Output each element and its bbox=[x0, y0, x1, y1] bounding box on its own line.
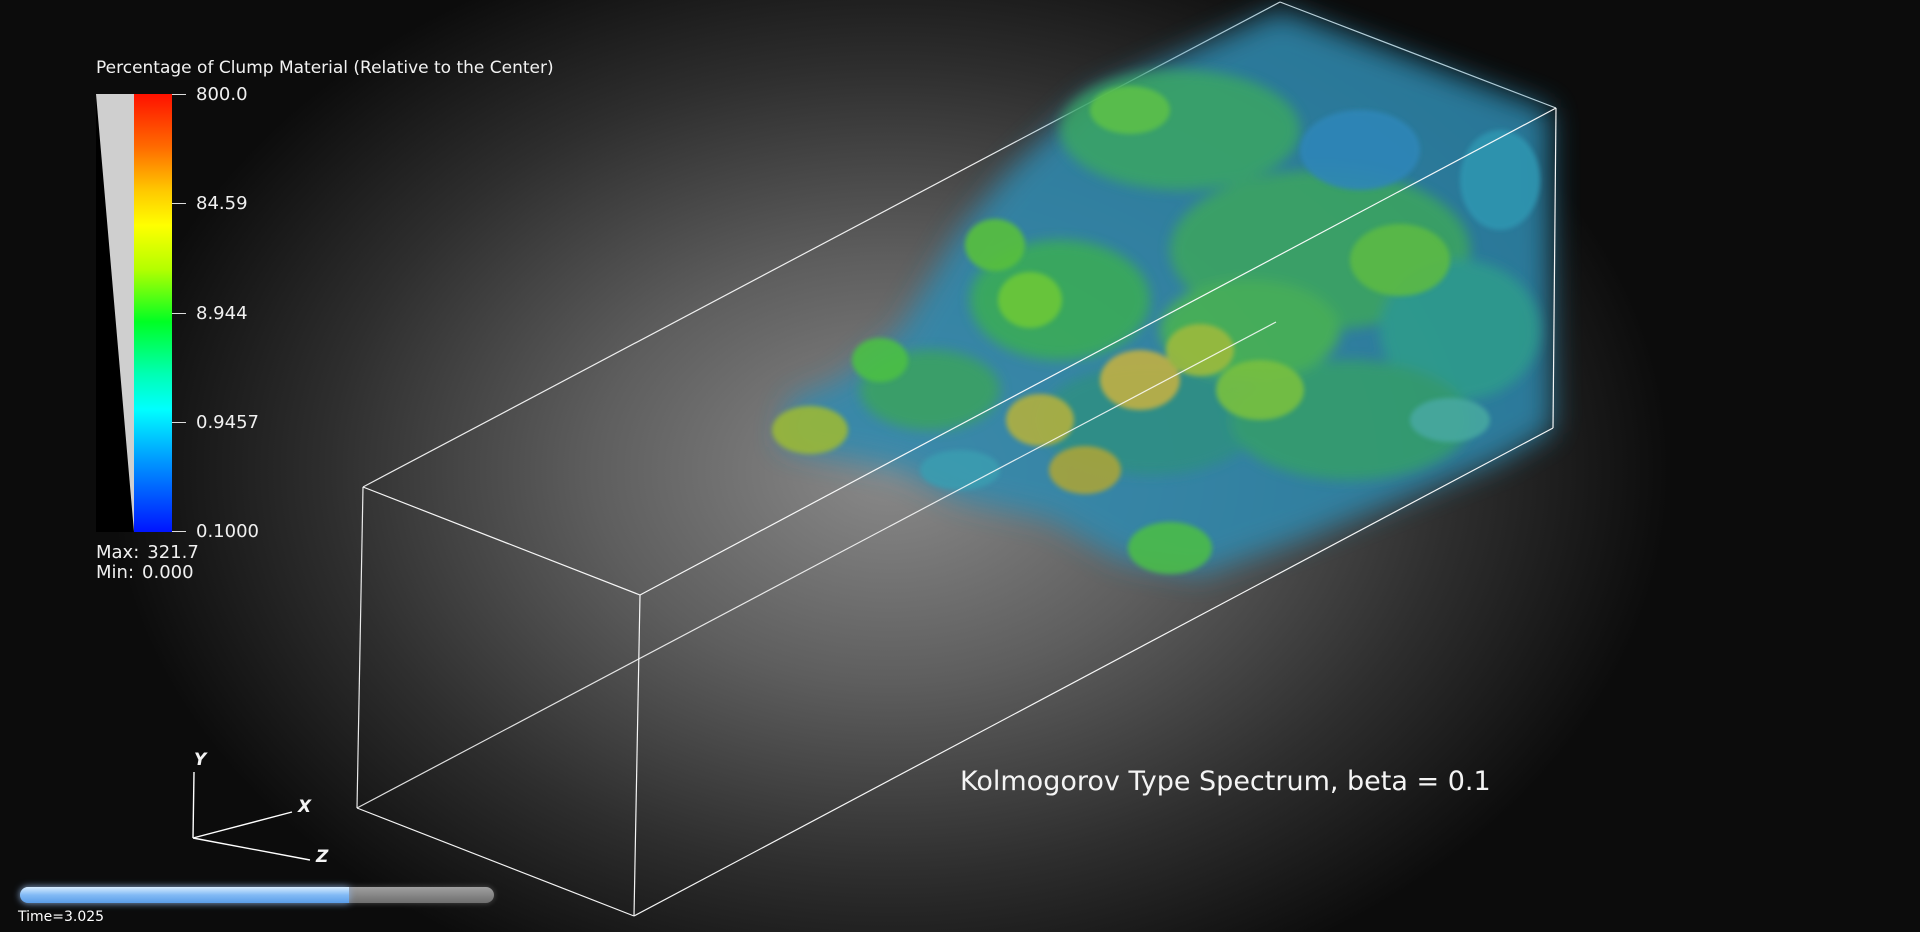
time-progress-bar[interactable] bbox=[20, 887, 494, 903]
axis-label-z: Z bbox=[315, 847, 329, 867]
legend-title: Percentage of Clump Material (Relative t… bbox=[96, 58, 554, 78]
time-label: Time=3.025 bbox=[18, 909, 105, 925]
legend-tick-label: 84.59 bbox=[196, 193, 248, 214]
legend-tick-label: 8.944 bbox=[196, 303, 248, 324]
legend-max: Max: 321.7 bbox=[96, 542, 199, 563]
legend-tick-label: 0.1000 bbox=[196, 521, 259, 542]
legend-min-label: Min: bbox=[96, 562, 135, 583]
color-ramp bbox=[134, 94, 172, 532]
legend-tick bbox=[172, 203, 186, 204]
legend-tick-label: 0.9457 bbox=[196, 412, 259, 433]
opacity-wedge bbox=[96, 94, 134, 532]
axis-label-x: X bbox=[297, 797, 312, 817]
legend-tick bbox=[172, 531, 186, 532]
opacity-ramp bbox=[96, 94, 134, 532]
legend-max-value: 321.7 bbox=[147, 542, 199, 563]
axis-label-y: Y bbox=[194, 750, 208, 770]
legend-max-label: Max: bbox=[96, 542, 140, 563]
legend-tick-label: 800.0 bbox=[196, 84, 248, 105]
legend-tick bbox=[172, 313, 186, 314]
legend-tick bbox=[172, 422, 186, 423]
legend-min: Min: 0.000 bbox=[96, 562, 194, 583]
legend-tick bbox=[172, 94, 186, 95]
orientation-axes bbox=[192, 771, 311, 861]
scene-caption: Kolmogorov Type Spectrum, beta = 0.1 bbox=[960, 766, 1491, 797]
time-progress-fill bbox=[20, 887, 350, 903]
legend-min-value: 0.000 bbox=[142, 562, 194, 583]
